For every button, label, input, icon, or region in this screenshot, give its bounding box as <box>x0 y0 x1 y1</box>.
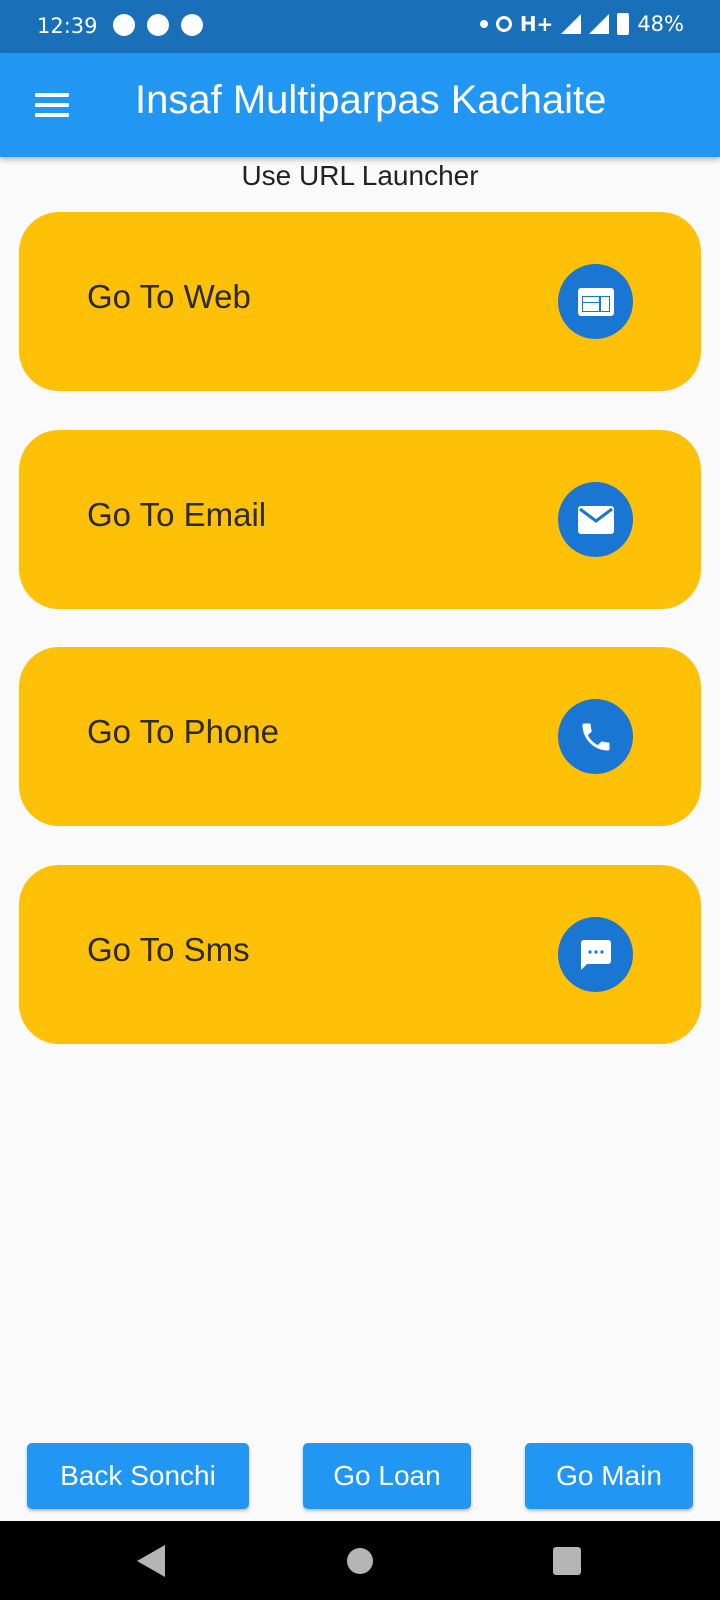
phone-icon <box>558 699 633 774</box>
sms-icon <box>558 917 633 992</box>
notification-icon <box>113 14 135 36</box>
app-bar: Insaf Multiparpas Kachaite <box>0 53 720 157</box>
dot-icon <box>479 20 488 28</box>
go-to-sms-card[interactable]: Go To Sms <box>19 865 701 1044</box>
email-icon <box>558 482 633 557</box>
home-icon[interactable] <box>347 1548 373 1574</box>
back-icon[interactable] <box>137 1545 165 1577</box>
card-label: Go To Sms <box>87 931 250 968</box>
notification-icon <box>181 14 203 36</box>
card-label: Go To Web <box>87 278 251 315</box>
menu-icon[interactable] <box>35 93 69 117</box>
go-to-web-card[interactable]: Go To Web <box>19 212 701 391</box>
network-type: H+ <box>519 12 554 36</box>
battery-icon <box>617 13 630 35</box>
status-indicators: H+ 48% <box>479 12 684 36</box>
go-main-button[interactable]: Go Main <box>525 1443 693 1509</box>
card-label: Go To Email <box>87 496 267 533</box>
card-label: Go To Phone <box>87 713 280 750</box>
signal-icon <box>561 14 582 34</box>
web-icon <box>558 264 633 339</box>
status-time: 12:39 <box>37 14 98 38</box>
signal-icon <box>589 14 610 34</box>
navigation-bar <box>0 1521 720 1600</box>
go-loan-button[interactable]: Go Loan <box>303 1443 471 1509</box>
messenger-icon <box>147 14 169 36</box>
app-title: Insaf Multiparpas Kachaite <box>135 78 607 122</box>
go-to-phone-card[interactable]: Go To Phone <box>19 647 701 826</box>
back-sonchi-button[interactable]: Back Sonchi <box>27 1443 249 1509</box>
hotspot-icon <box>495 16 512 32</box>
notification-icons <box>113 14 203 36</box>
screen: 12:39 H+ 48% Insaf Multiparpas Kachaite … <box>0 0 720 1600</box>
battery-percent: 48% <box>637 12 684 36</box>
page-subtitle: Use URL Launcher <box>241 160 479 191</box>
go-to-email-card[interactable]: Go To Email <box>19 430 701 609</box>
recents-icon[interactable] <box>553 1547 581 1575</box>
status-bar: 12:39 H+ 48% <box>0 0 720 53</box>
